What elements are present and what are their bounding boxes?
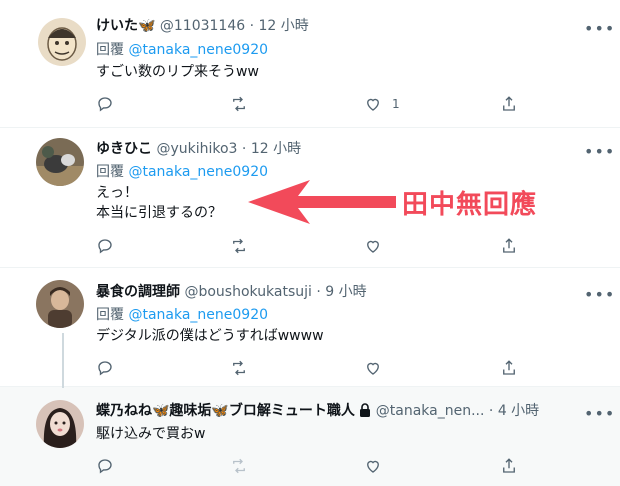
timestamp[interactable]: 9 小時	[325, 284, 366, 300]
handle[interactable]: @yukihiko3	[156, 141, 237, 157]
avatar[interactable]	[38, 18, 86, 66]
more-options-icon[interactable]: •••	[584, 287, 614, 303]
handle[interactable]: @tanaka_nen...	[376, 403, 485, 419]
tweet-divider	[0, 127, 620, 128]
timestamp[interactable]: 12 小時	[251, 141, 301, 157]
reply-icon[interactable]	[96, 94, 114, 114]
heart-icon	[367, 98, 379, 111]
reply-icon[interactable]	[96, 236, 114, 256]
annotation-text: 田中無回應	[402, 190, 538, 220]
tweet-text: 駆け込みで買おw	[96, 426, 206, 442]
avatar[interactable]	[36, 280, 84, 328]
butterfly-icon: 🦋	[138, 18, 156, 34]
retweet-icon[interactable]	[230, 456, 248, 476]
annotation-arrow	[248, 180, 396, 224]
tweet-divider	[0, 267, 620, 268]
more-options-icon[interactable]: •••	[584, 21, 614, 37]
share-icon[interactable]	[500, 358, 518, 378]
mention-link[interactable]: @tanaka_nene0920	[128, 42, 268, 58]
tweet-text: すごい数のリプ来そうww	[96, 64, 259, 80]
mention-link[interactable]: @tanaka_nene0920	[128, 307, 268, 323]
more-options-icon[interactable]: •••	[584, 406, 614, 422]
avatar[interactable]	[36, 400, 84, 448]
more-options-icon[interactable]: •••	[584, 144, 614, 160]
reply-icon[interactable]	[96, 358, 114, 378]
reply-icon[interactable]	[96, 456, 114, 476]
tweet-actions: 1	[96, 94, 526, 114]
share-icon[interactable]	[500, 236, 518, 256]
heart-icon	[367, 240, 379, 253]
like-button[interactable]	[364, 456, 382, 476]
retweet-icon[interactable]	[230, 358, 248, 378]
display-name[interactable]: けいた	[96, 18, 138, 34]
mention-link[interactable]: @tanaka_nene0920	[128, 164, 268, 180]
retweet-icon[interactable]	[230, 236, 248, 256]
thread-connector	[62, 333, 64, 388]
like-button[interactable]: 1	[364, 94, 400, 114]
avatar[interactable]	[36, 138, 84, 186]
timestamp[interactable]: 12 小時	[259, 18, 309, 34]
reply-context: 回覆 @tanaka_nene0920	[96, 42, 269, 58]
timestamp[interactable]: 4 小時	[498, 403, 539, 419]
retweet-icon[interactable]	[230, 94, 248, 114]
tweet-header: 蝶乃ねね🦋趣味垢🦋ブロ解ミュート職人 @tanaka_nen... · 4 小時	[96, 402, 539, 422]
tweet-actions	[96, 456, 526, 476]
handle[interactable]: @11031146	[160, 18, 245, 34]
lock-icon	[359, 403, 371, 422]
reply-context: 回覆 @tanaka_nene0920	[96, 164, 269, 180]
tweet-text: デジタル派の僕はどうすればwwww	[96, 328, 324, 344]
handle[interactable]: @boushokukatsuji	[184, 284, 311, 300]
display-name[interactable]: ゆきひこ	[96, 141, 152, 157]
display-name[interactable]: 蝶乃ねね🦋趣味垢🦋ブロ解ミュート職人	[96, 403, 355, 419]
share-icon[interactable]	[500, 456, 518, 476]
tweet-text: えっ！ 本当に引退するの？	[96, 185, 222, 221]
like-button[interactable]	[364, 236, 382, 256]
display-name[interactable]: 暴食の調理師	[96, 284, 180, 300]
tweet-header: けいた🦋 @11031146 · 12 小時	[96, 18, 309, 34]
tweet-actions	[96, 358, 526, 378]
share-icon[interactable]	[500, 94, 518, 114]
tweet-actions	[96, 236, 526, 256]
tweet-header: ゆきひこ @yukihiko3 · 12 小時	[96, 141, 302, 157]
like-button[interactable]	[364, 358, 382, 378]
tweet-divider	[0, 386, 620, 387]
tweet-header: 暴食の調理師 @boushokukatsuji · 9 小時	[96, 284, 367, 300]
heart-icon	[367, 460, 379, 473]
heart-icon	[367, 362, 379, 375]
like-count: 1	[392, 97, 400, 111]
reply-context: 回覆 @tanaka_nene0920	[96, 307, 269, 323]
